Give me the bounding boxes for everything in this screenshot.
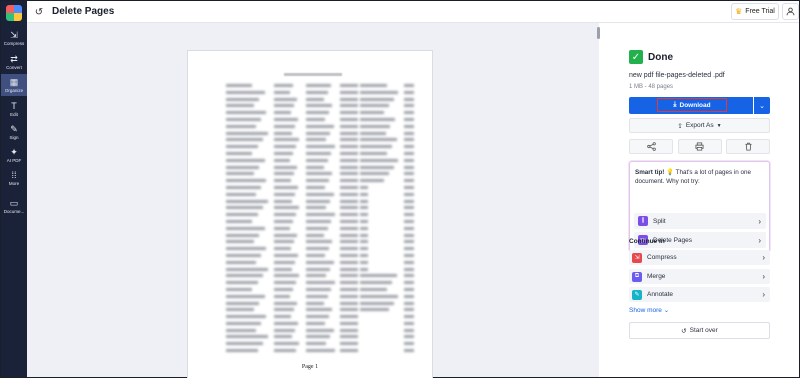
download-label: Download bbox=[679, 101, 711, 109]
sidebar-item-compress[interactable]: ⇲ Compress bbox=[1, 27, 27, 49]
chevron-right-icon: › bbox=[758, 216, 761, 226]
restart-icon: ↺ bbox=[681, 327, 687, 335]
viewer-scrollbar[interactable] bbox=[597, 27, 600, 39]
user-icon bbox=[786, 7, 795, 16]
export-icon: ⇪ bbox=[677, 122, 683, 130]
printer-icon bbox=[695, 142, 704, 151]
smart-tip-title: Smart tip! bbox=[635, 169, 665, 176]
continue-item-annotate[interactable]: ✎ Annotate › bbox=[629, 287, 770, 302]
sign-icon: ✎ bbox=[10, 123, 18, 134]
caret-down-icon: ▼ bbox=[716, 122, 722, 129]
file-actions-row bbox=[629, 139, 770, 154]
share-icon bbox=[646, 142, 656, 151]
blurred-column bbox=[404, 84, 414, 356]
convert-icon: ⇄ bbox=[10, 53, 18, 64]
download-options-button[interactable]: ⌄ bbox=[754, 97, 770, 114]
smart-item-split[interactable]: ⫼ Split › bbox=[634, 213, 766, 229]
continue-item-label: Compress bbox=[647, 254, 677, 261]
sidebar-item-organize[interactable]: ▦ Organize bbox=[1, 74, 27, 96]
trash-icon bbox=[744, 142, 752, 151]
split-icon: ⫼ bbox=[638, 216, 648, 226]
sidebar-item-label: Docume... bbox=[3, 208, 25, 214]
blurred-column bbox=[274, 84, 299, 356]
smart-item-label: Split bbox=[653, 217, 666, 225]
user-account-button[interactable] bbox=[782, 3, 799, 20]
chevron-down-icon: ⌄ bbox=[663, 307, 670, 314]
blurred-column bbox=[360, 84, 398, 315]
ai-icon: ✦ bbox=[10, 146, 18, 157]
sidebar-item-label: Edit bbox=[10, 111, 18, 117]
export-label: Export As bbox=[685, 122, 714, 129]
blurred-column bbox=[306, 84, 335, 356]
pdf-page-preview[interactable]: Page 1 bbox=[187, 50, 433, 378]
edit-icon: T bbox=[11, 100, 17, 111]
show-more-label: Show more bbox=[629, 307, 662, 314]
sidebar-item-documents[interactable]: ▭ Docume... bbox=[1, 195, 27, 217]
app-logo[interactable] bbox=[6, 5, 22, 21]
document-viewer[interactable]: Page 1 bbox=[27, 23, 599, 378]
delete-button[interactable] bbox=[726, 139, 770, 154]
sidebar-item-label: Compress bbox=[3, 40, 25, 46]
chevron-right-icon: › bbox=[762, 253, 765, 262]
organize-icon: ▦ bbox=[9, 76, 19, 87]
chevron-down-icon: ⌄ bbox=[759, 102, 765, 110]
folder-icon: ▭ bbox=[9, 197, 19, 208]
page-title: Delete Pages bbox=[52, 6, 115, 17]
more-icon: ⁞⁞ bbox=[11, 169, 17, 180]
sidebar-item-more[interactable]: ⁞⁞ More bbox=[1, 167, 27, 189]
chevron-right-icon: › bbox=[762, 290, 765, 299]
free-trial-button[interactable]: ♛ Free Trial bbox=[731, 3, 779, 20]
page-number-label: Page 1 bbox=[301, 364, 319, 370]
done-status: ✓ Done bbox=[629, 50, 673, 64]
blurred-column bbox=[226, 84, 268, 356]
result-panel: ✓ Done new pdf file-pages-deleted .pdf 1… bbox=[601, 23, 799, 377]
chevron-right-icon: › bbox=[758, 235, 761, 245]
checkmark-icon: ✓ bbox=[629, 50, 643, 64]
crown-icon: ♛ bbox=[735, 7, 743, 16]
continue-item-merge[interactable]: ⧉ Merge › bbox=[629, 269, 770, 284]
done-label: Done bbox=[648, 51, 673, 63]
annotate-icon: ✎ bbox=[632, 289, 642, 300]
continue-in-label: Continue in bbox=[629, 238, 665, 245]
sidebar-item-convert[interactable]: ⇄ Convert bbox=[1, 51, 27, 73]
export-as-button[interactable]: ⇪ Export As ▼ bbox=[629, 118, 770, 133]
sidebar-item-edit[interactable]: T Edit bbox=[1, 98, 27, 120]
free-trial-label: Free Trial bbox=[745, 8, 775, 15]
download-icon: ⤓ bbox=[673, 101, 677, 108]
back-button[interactable]: ↺ bbox=[33, 6, 45, 18]
sidebar-item-label: More bbox=[8, 180, 20, 186]
lightbulb-icon: 💡 bbox=[666, 169, 674, 176]
compress-icon: ⇲ bbox=[632, 252, 642, 263]
sidebar-item-label: AI PDF bbox=[6, 157, 22, 163]
continue-item-label: Merge bbox=[647, 273, 666, 280]
compress-icon: ⇲ bbox=[10, 29, 18, 40]
chevron-right-icon: › bbox=[762, 272, 765, 281]
page-heading-blurred bbox=[284, 73, 342, 76]
smart-tip-text: Smart tip! 💡 That's a lot of pages in on… bbox=[635, 168, 767, 186]
start-over-button[interactable]: ↺ Start over bbox=[629, 322, 770, 339]
share-button[interactable] bbox=[629, 139, 673, 154]
file-name: new pdf file-pages-deleted .pdf bbox=[629, 72, 725, 79]
undo-icon: ↺ bbox=[34, 6, 44, 18]
blurred-column bbox=[340, 84, 358, 356]
merge-icon: ⧉ bbox=[632, 271, 642, 282]
sidebar-item-label: Convert bbox=[6, 64, 22, 70]
left-sidebar: ⇲ Compress ⇄ Convert ▦ Organize T Edit ✎… bbox=[1, 1, 27, 377]
start-over-label: Start over bbox=[689, 327, 718, 334]
file-meta: 1 MB - 48 pages bbox=[629, 84, 674, 90]
show-more-link[interactable]: Show more ⌄ bbox=[629, 306, 669, 314]
top-bar: ↺ Delete Pages ♛ Free Trial bbox=[27, 1, 799, 23]
download-button[interactable]: ⤓ Download bbox=[629, 97, 753, 114]
continue-item-compress[interactable]: ⇲ Compress › bbox=[629, 250, 770, 265]
sidebar-item-sign[interactable]: ✎ Sign bbox=[1, 121, 27, 143]
print-button[interactable] bbox=[677, 139, 722, 154]
sidebar-item-label: Organize bbox=[4, 87, 24, 93]
sidebar-item-label: Sign bbox=[9, 134, 19, 140]
continue-item-label: Annotate bbox=[647, 291, 674, 298]
download-button-highlight: ⤓ Download bbox=[657, 98, 727, 112]
sidebar-item-ai-pdf[interactable]: ✦ AI PDF bbox=[1, 144, 27, 166]
